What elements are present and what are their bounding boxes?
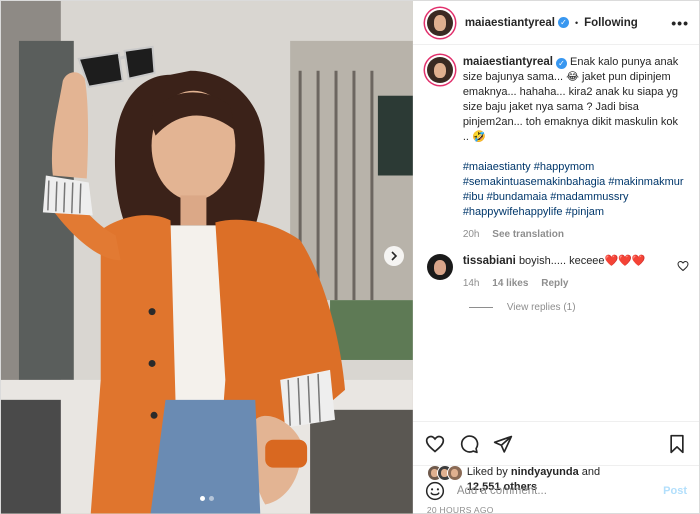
caption-time[interactable]: 20h xyxy=(463,229,480,240)
carousel-dot xyxy=(208,496,214,501)
action-bar xyxy=(412,421,699,465)
reply-button[interactable]: Reply xyxy=(541,278,568,289)
comment-text: boyish..... keceee❤️❤️❤️ xyxy=(518,255,646,267)
post-sidebar: maiaestiantyreal ✓ • Following ••• maiae… xyxy=(412,1,699,514)
photo-woman-orange-blazer xyxy=(1,1,413,514)
comment-icon[interactable] xyxy=(459,434,479,454)
carousel-dots xyxy=(1,496,413,501)
comment-like-heart-icon[interactable] xyxy=(677,260,689,272)
see-translation-button[interactable]: See translation xyxy=(492,229,564,240)
comment-meta: 14h 14 likes Reply xyxy=(463,278,646,289)
post-header: maiaestiantyreal ✓ • Following ••• xyxy=(412,1,699,45)
comment-item: tissabiani boyish..... keceee❤️❤️❤️ 14h … xyxy=(426,254,689,289)
carousel-dot-active xyxy=(199,496,205,501)
add-comment-input[interactable] xyxy=(456,484,652,497)
caption-hashtags[interactable]: #maiaestianty #happymom #semakintuasemak… xyxy=(463,160,685,220)
caption-body: maiaestiantyreal ✓ Enak kalo punya anak s… xyxy=(463,55,685,145)
view-replies-label: View replies (1) xyxy=(506,302,576,313)
comment-likes[interactable]: 14 likes xyxy=(492,278,528,289)
commenter-username[interactable]: tissabiani xyxy=(463,255,516,267)
comments-section[interactable]: maiaestiantyreal ✓ Enak kalo punya anak s… xyxy=(413,45,699,421)
replies-divider xyxy=(468,307,493,308)
caption: maiaestiantyreal ✓ Enak kalo punya anak s… xyxy=(426,55,685,240)
author-username[interactable]: maiaestiantyreal xyxy=(465,17,555,29)
post-image[interactable] xyxy=(1,1,413,514)
verified-badge-icon: ✓ xyxy=(555,58,567,69)
following-button[interactable]: Following xyxy=(584,17,638,29)
post-comment-button[interactable]: Post xyxy=(663,485,687,497)
heart-icon[interactable] xyxy=(425,434,445,454)
add-comment-bar: Post xyxy=(412,465,699,514)
comment-body: tissabiani boyish..... keceee❤️❤️❤️ xyxy=(463,254,646,269)
commenter-avatar[interactable] xyxy=(426,254,453,280)
author-avatar[interactable] xyxy=(426,9,453,36)
caption-meta: 20h See translation xyxy=(463,229,685,240)
emoji-icon[interactable] xyxy=(425,481,445,501)
caption-username[interactable]: maiaestiantyreal xyxy=(463,56,553,68)
instagram-post: maiaestiantyreal ✓ • Following ••• maiae… xyxy=(0,0,700,514)
carousel-next-button[interactable] xyxy=(384,246,404,266)
header-separator: • xyxy=(574,17,579,28)
comment-time[interactable]: 14h xyxy=(463,278,480,289)
send-icon[interactable] xyxy=(493,434,513,454)
more-options-icon[interactable]: ••• xyxy=(671,15,689,31)
caption-avatar[interactable] xyxy=(426,57,453,83)
view-replies-button[interactable]: View replies (1) xyxy=(468,302,685,313)
verified-badge-icon: ✓ xyxy=(557,17,569,28)
chevron-right-icon xyxy=(391,251,398,261)
bookmark-icon[interactable] xyxy=(667,434,687,454)
caption-text: Enak kalo punya anak size bajunya sama..… xyxy=(462,56,679,143)
